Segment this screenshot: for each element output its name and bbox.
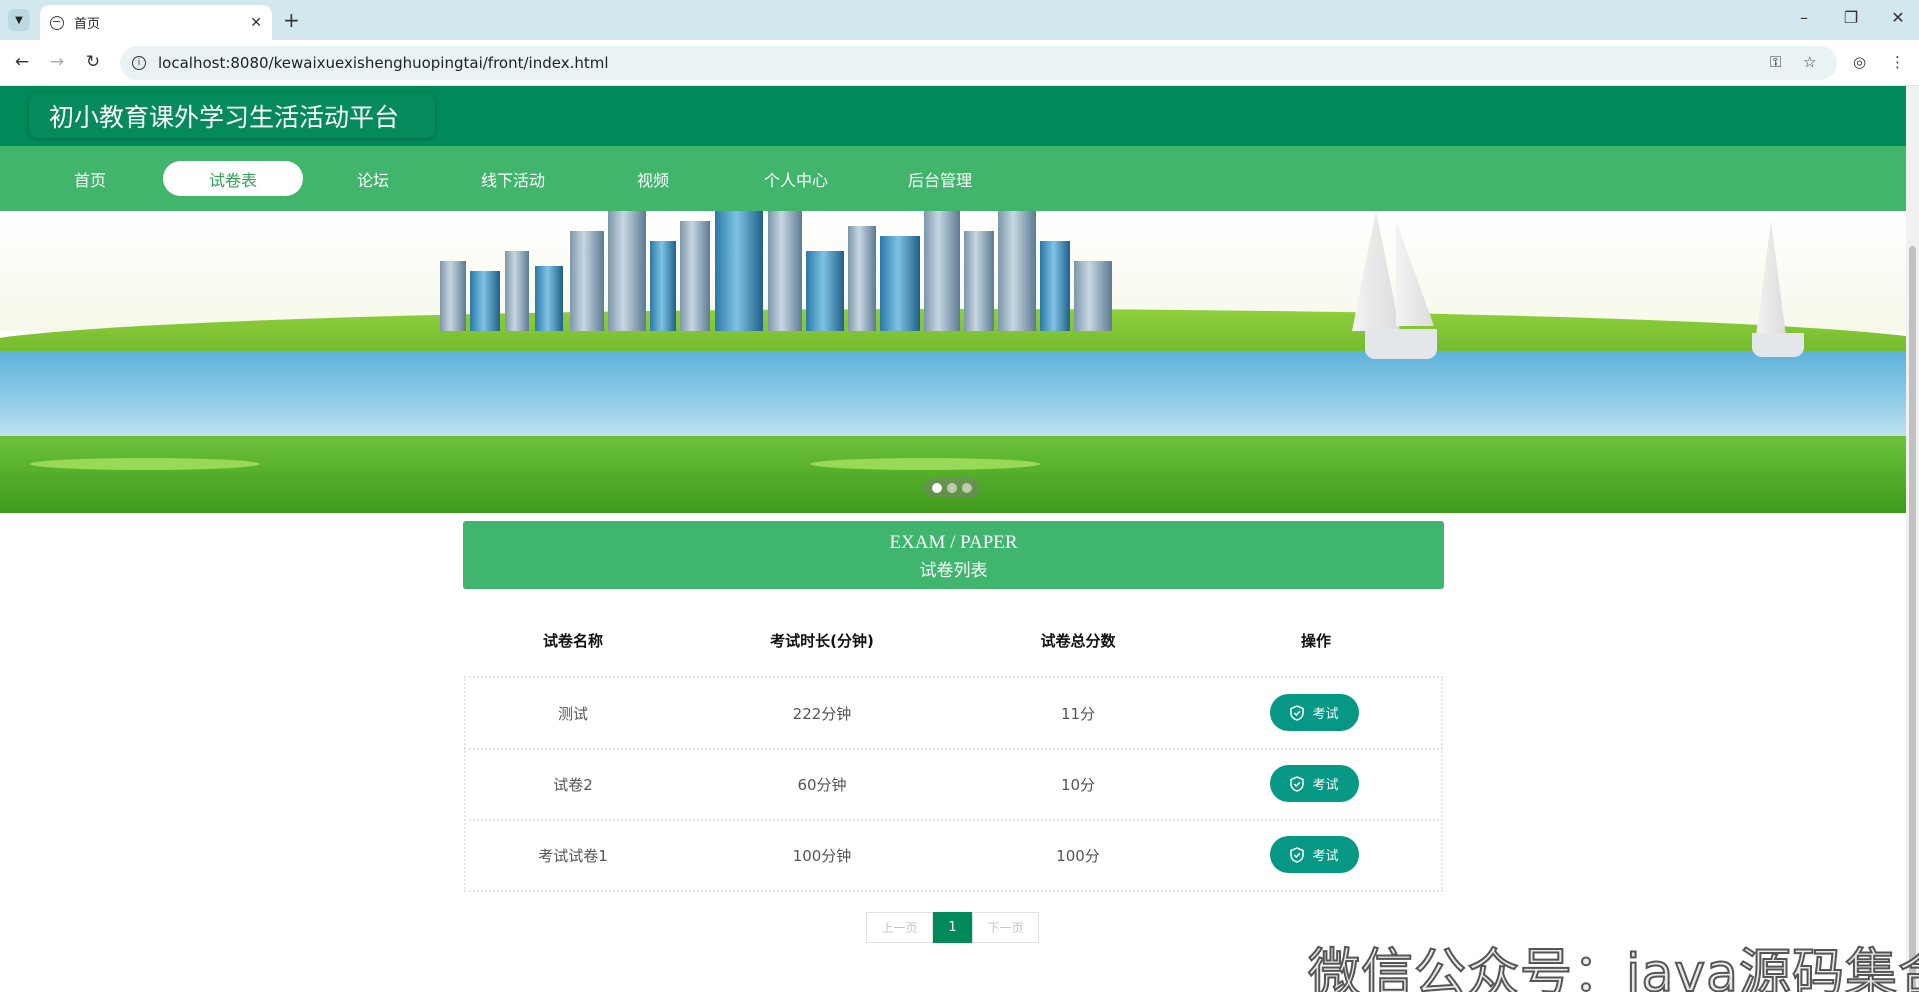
nav-item-personal-center[interactable]: 个人中心 (726, 161, 866, 196)
profile-icon[interactable]: ◎ (1853, 53, 1866, 71)
section-title-en: EXAM / PAPER (889, 532, 1018, 553)
carousel-dot-3[interactable] (961, 483, 972, 493)
browser-address-bar: ← → ↻ i localhost:8080/kewaixuexishenghu… (0, 40, 1919, 86)
cell-total-score: 11分 (1060, 705, 1096, 723)
forward-icon[interactable]: → (45, 52, 69, 72)
nav-item-exam-papers[interactable]: 试卷表 (163, 161, 303, 196)
row-divider (464, 819, 1443, 821)
plus-icon[interactable]: + (283, 8, 300, 32)
pagination-prev-button[interactable]: 上一页 (866, 912, 933, 943)
reload-icon[interactable]: ↻ (81, 52, 105, 72)
nav-item-videos[interactable]: 视频 (583, 161, 723, 196)
cell-paper-name: 试卷2 (553, 776, 593, 794)
carousel-dot-1[interactable] (932, 483, 943, 493)
close-icon[interactable]: ✕ (250, 15, 262, 31)
column-header-name: 试卷名称 (542, 632, 603, 650)
take-exam-label: 考试 (1312, 707, 1339, 722)
scrollbar-thumb[interactable] (1909, 246, 1916, 992)
site-title: 初小教育课外学习生活活动平台 (29, 94, 435, 138)
minimize-icon[interactable]: – (1789, 8, 1819, 27)
globe-icon (50, 15, 64, 30)
nav-item-forum[interactable]: 论坛 (303, 161, 443, 196)
carousel-dot-2[interactable] (946, 483, 957, 493)
column-header-action: 操作 (1300, 632, 1331, 650)
page-scrollbar[interactable] (1906, 86, 1919, 992)
nav-item-offline-activities[interactable]: 线下活动 (443, 161, 583, 196)
watermark-text: 微信公众号：java源码集合 (1307, 943, 1919, 992)
window-close-icon[interactable]: ✕ (1883, 8, 1913, 27)
url-text: localhost:8080/kewaixuexishenghuopingtai… (158, 54, 609, 72)
restore-icon[interactable]: ❐ (1836, 8, 1866, 27)
take-exam-button[interactable]: 考试 (1270, 836, 1359, 873)
browser-tab-bar: ▼ 首页 ✕ + – ❐ ✕ (0, 0, 1919, 40)
column-header-duration: 考试时长(分钟) (770, 632, 874, 650)
section-heading: EXAM / PAPER 试卷列表 (463, 521, 1444, 589)
take-exam-button[interactable]: 考试 (1270, 694, 1359, 731)
column-header-score: 试卷总分数 (1040, 632, 1116, 650)
cell-duration: 60分钟 (797, 776, 847, 794)
cell-paper-name: 考试试卷1 (538, 847, 608, 865)
cell-total-score: 100分 (1056, 847, 1100, 865)
shield-check-icon (1290, 775, 1305, 792)
nav-item-home[interactable]: 首页 (20, 161, 160, 196)
tab-list-icon[interactable]: ▼ (8, 9, 30, 31)
browser-tab[interactable]: 首页 ✕ (40, 5, 272, 40)
shield-check-icon (1290, 704, 1305, 721)
back-icon[interactable]: ← (10, 52, 34, 72)
section-title-cn: 试卷列表 (919, 561, 988, 581)
url-input[interactable]: i localhost:8080/kewaixuexishenghuopingt… (120, 46, 1837, 80)
pagination-current-page[interactable]: 1 (933, 912, 972, 943)
menu-icon[interactable]: ⋮ (1890, 53, 1905, 71)
cell-paper-name: 测试 (557, 705, 588, 723)
cell-duration: 100分钟 (792, 847, 852, 865)
info-icon[interactable]: i (132, 56, 146, 70)
nav-item-admin[interactable]: 后台管理 (870, 161, 1010, 196)
row-divider (464, 748, 1443, 750)
take-exam-label: 考试 (1312, 849, 1339, 864)
banner-carousel[interactable] (0, 211, 1906, 513)
carousel-indicator (924, 478, 980, 498)
cell-total-score: 10分 (1060, 776, 1096, 794)
take-exam-button[interactable]: 考试 (1270, 765, 1359, 802)
take-exam-label: 考试 (1312, 778, 1339, 793)
star-icon[interactable]: ☆ (1803, 53, 1816, 71)
tab-title: 首页 (74, 17, 101, 32)
key-icon[interactable]: ⚿ (1770, 53, 1781, 71)
pagination-next-button[interactable]: 下一页 (972, 912, 1039, 943)
shield-check-icon (1290, 846, 1305, 863)
cell-duration: 222分钟 (792, 705, 852, 723)
